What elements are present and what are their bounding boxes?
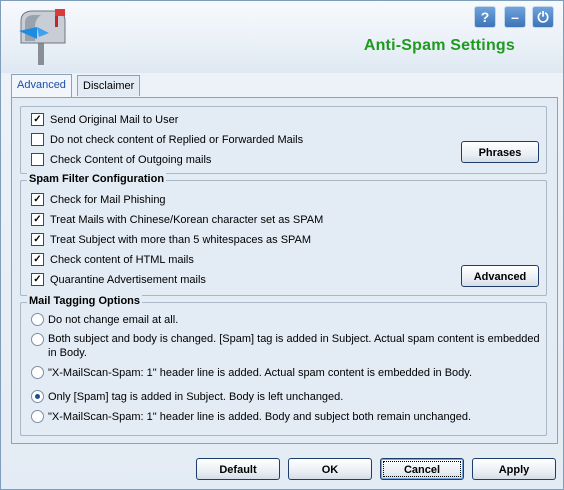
ok-button[interactable]: OK	[288, 458, 372, 480]
header-only-radio[interactable]	[31, 409, 44, 423]
quarantine-ads-checkbox[interactable]: ✓	[31, 272, 44, 286]
check-outgoing-option[interactable]: Check Content of Outgoing mails	[31, 152, 211, 169]
quarantine-ads-option[interactable]: ✓ Quarantine Advertisement mails	[31, 272, 206, 289]
tagging-option-header-only[interactable]: "X-MailScan-Spam: 1" header line is adde…	[31, 409, 471, 426]
page-title: Anti-Spam Settings	[363, 37, 515, 54]
advanced-button[interactable]: Advanced	[461, 265, 539, 287]
no-change-radio[interactable]	[31, 312, 44, 326]
apply-button[interactable]: Apply	[472, 458, 556, 480]
power-icon: ⏻	[537, 9, 549, 25]
tagging-option-both[interactable]: Both subject and body is changed. [Spam]…	[31, 332, 541, 360]
settings-window: ? – ⏻ Anti-Spam Settings Advanced Discla…	[0, 0, 564, 490]
tagging-option-header-embed[interactable]: "X-MailScan-Spam: 1" header line is adde…	[31, 365, 472, 382]
phrases-button[interactable]: Phrases	[461, 141, 539, 163]
spam-filter-title: Spam Filter Configuration	[27, 173, 167, 185]
cancel-button[interactable]: Cancel	[380, 458, 464, 480]
advanced-panel: ✓ Send Original Mail to User Do not check…	[11, 97, 558, 444]
chinese-korean-option[interactable]: ✓ Treat Mails with Chinese/Korean charact…	[31, 212, 323, 229]
send-original-option[interactable]: ✓ Send Original Mail to User	[31, 112, 178, 129]
tagging-option-no-change[interactable]: Do not change email at all.	[31, 312, 178, 329]
minimize-button[interactable]: –	[504, 6, 526, 28]
tab-disclaimer[interactable]: Disclaimer	[77, 75, 141, 96]
check-outgoing-checkbox[interactable]	[31, 152, 44, 166]
whitespace-subject-checkbox[interactable]: ✓	[31, 232, 44, 246]
whitespace-subject-option[interactable]: ✓ Treat Subject with more than 5 whitespa…	[31, 232, 311, 249]
subject-only-radio[interactable]	[31, 389, 44, 403]
mail-tagging-group: Mail Tagging Options Do not change email…	[20, 295, 547, 436]
general-options-group: ✓ Send Original Mail to User Do not check…	[20, 106, 547, 174]
help-icon: ?	[480, 9, 490, 25]
header: ? – ⏻ Anti-Spam Settings	[1, 1, 563, 73]
default-button[interactable]: Default	[196, 458, 280, 480]
mailbox-logo-icon	[19, 9, 66, 65]
phishing-checkbox[interactable]: ✓	[31, 192, 44, 206]
no-check-replied-checkbox[interactable]	[31, 132, 44, 146]
chinese-korean-checkbox[interactable]: ✓	[31, 212, 44, 226]
tab-advanced[interactable]: Advanced	[11, 74, 72, 97]
html-content-checkbox[interactable]: ✓	[31, 252, 44, 266]
help-button[interactable]: ?	[474, 6, 496, 28]
phishing-option[interactable]: ✓ Check for Mail Phishing	[31, 192, 166, 209]
no-check-replied-option[interactable]: Do not check content of Replied or Forwa…	[31, 132, 303, 149]
mail-tagging-title: Mail Tagging Options	[27, 295, 143, 307]
tagging-option-subject-only[interactable]: Only [Spam] tag is added in Subject. Bod…	[31, 389, 343, 406]
send-original-checkbox[interactable]: ✓	[31, 112, 44, 126]
html-content-option[interactable]: ✓ Check content of HTML mails	[31, 252, 194, 269]
header-embed-radio[interactable]	[31, 365, 44, 379]
power-button[interactable]: ⏻	[532, 6, 554, 28]
spam-filter-group: Spam Filter Configuration ✓ Check for Mai…	[20, 173, 547, 296]
both-changed-radio[interactable]	[31, 333, 44, 346]
minimize-icon: –	[511, 9, 519, 25]
